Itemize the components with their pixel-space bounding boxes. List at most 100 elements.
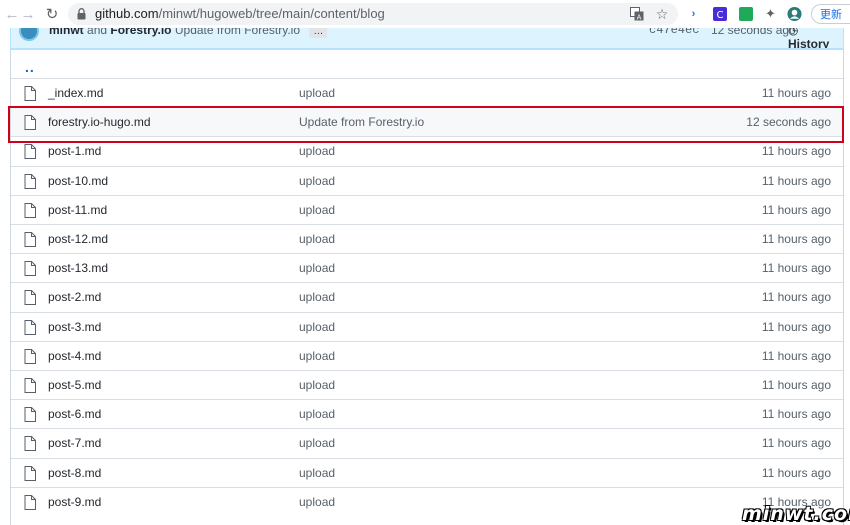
file-commit-age: 11 hours ago [761, 144, 831, 159]
file-commit-message-link[interactable]: upload [299, 290, 335, 304]
file-row[interactable]: post-10.md upload 11 hours ago [11, 165, 843, 195]
file-icon [24, 407, 36, 423]
file-commit-age: 11 hours ago [761, 202, 831, 217]
file-name-link[interactable]: post-8.md [48, 466, 101, 480]
file-commit-message-link[interactable]: upload [299, 466, 335, 480]
file-commit-message-link[interactable]: upload [299, 407, 335, 421]
file-name-link[interactable]: post-5.md [48, 378, 101, 392]
file-commit-age: 11 hours ago [761, 261, 831, 276]
file-icon [24, 436, 36, 452]
file-name-link[interactable]: post-9.md [48, 495, 101, 509]
history-clock-icon: ◷ [788, 28, 799, 37]
file-icon [24, 232, 36, 247]
green-extension-icon[interactable] [738, 6, 753, 21]
file-row[interactable]: post-2.md upload 11 hours ago [11, 282, 843, 311]
c-extension-icon[interactable]: C [712, 6, 727, 21]
browser-toolbar: ← → ↻ github.com/minwt/hugoweb/tree/main… [0, 0, 850, 28]
file-row[interactable]: post-9.md upload 11 hours ago [11, 486, 843, 516]
file-icon [24, 202, 36, 218]
history-link[interactable]: ◷ History [788, 28, 843, 48]
file-commit-age: 11 hours ago [761, 407, 831, 422]
bookmark-star-icon[interactable]: ☆ [654, 6, 670, 22]
file-row[interactable]: post-5.md upload 11 hours ago [11, 370, 843, 399]
file-name-link[interactable]: post-3.md [48, 320, 101, 334]
commit-author[interactable]: minwt [49, 28, 84, 37]
file-row[interactable]: forestry.io-hugo.md Update from Forestry… [11, 107, 843, 137]
commit-sha[interactable]: c47e4ec [649, 28, 699, 37]
file-icon [24, 319, 36, 335]
file-row[interactable]: post-1.md upload 11 hours ago [11, 136, 843, 165]
file-name-link[interactable]: post-7.md [48, 436, 101, 450]
file-commit-message-link[interactable]: upload [299, 320, 335, 334]
file-row[interactable]: post-11.md upload 11 hours ago [11, 194, 843, 224]
file-name-link[interactable]: post-6.md [48, 407, 101, 421]
file-commit-age: 11 hours ago [761, 232, 831, 246]
terminal-extension-icon[interactable]: › [686, 6, 701, 21]
file-name-link[interactable]: post-2.md [48, 290, 101, 304]
file-icon [24, 86, 36, 101]
file-commit-age: 11 hours ago [761, 319, 831, 334]
file-commit-age: 12 seconds ago [746, 115, 831, 130]
file-row[interactable]: post-7.md upload 11 hours ago [11, 428, 843, 457]
file-icon [24, 348, 36, 364]
file-name-link[interactable]: forestry.io-hugo.md [48, 115, 151, 129]
file-commit-message-link[interactable]: Update from Forestry.io [299, 115, 424, 129]
lock-icon [77, 8, 86, 20]
file-commit-message-link[interactable]: upload [299, 174, 335, 188]
file-name-link[interactable]: post-1.md [48, 144, 101, 158]
extensions-puzzle-icon[interactable]: ✦ [763, 6, 778, 21]
file-icon [24, 115, 36, 131]
file-name-link[interactable]: post-13.md [48, 261, 108, 275]
commit-summary: minwt and Forestry.io Update from Forest… [49, 28, 328, 38]
file-list: .. _index.md upload 11 hours ago forestr… [10, 49, 844, 525]
file-commit-message-link[interactable]: upload [299, 349, 335, 363]
watermark-logo: minwt.com [742, 503, 850, 525]
file-commit-message-link[interactable]: upload [299, 261, 335, 275]
reload-icon[interactable]: ↻ [42, 4, 62, 24]
url-host: github.com [95, 6, 159, 21]
commit-expand-button[interactable]: … [309, 28, 328, 38]
file-name-link[interactable]: post-4.md [48, 349, 101, 363]
profile-avatar-icon[interactable] [787, 6, 802, 21]
file-name-link[interactable]: post-12.md [48, 232, 108, 246]
update-button[interactable]: 更新 [811, 4, 850, 24]
url-path: /minwt/hugoweb/tree/main/content/blog [158, 6, 385, 21]
file-commit-message-link[interactable]: upload [299, 495, 335, 509]
file-name-link[interactable]: _index.md [48, 86, 103, 100]
file-icon [24, 144, 36, 160]
forward-arrow-icon[interactable]: → [18, 4, 38, 24]
file-icon [24, 261, 36, 277]
file-icon [24, 494, 36, 510]
file-commit-age: 11 hours ago [761, 436, 831, 451]
commit-message[interactable]: Update from Forestry.io [175, 28, 300, 37]
commit-coauthor[interactable]: Forestry.io [110, 28, 171, 37]
file-commit-message-link[interactable]: upload [299, 436, 335, 450]
file-commit-message-link[interactable]: upload [299, 378, 335, 392]
file-commit-age: 11 hours ago [761, 290, 831, 305]
file-name-link[interactable]: post-10.md [48, 174, 108, 188]
file-row[interactable]: post-13.md upload 11 hours ago [11, 253, 843, 282]
file-commit-message-link[interactable]: upload [299, 232, 335, 246]
address-bar[interactable]: github.com/minwt/hugoweb/tree/main/conte… [68, 3, 678, 25]
file-row[interactable]: post-8.md upload 11 hours ago [11, 457, 843, 487]
file-row[interactable]: post-4.md upload 11 hours ago [11, 340, 843, 370]
parent-directory-row[interactable]: .. [11, 49, 843, 78]
file-commit-message-link[interactable]: upload [299, 86, 335, 100]
file-commit-age: 11 hours ago [761, 86, 831, 100]
commit-conjunction: and [87, 28, 108, 37]
url-text: github.com/minwt/hugoweb/tree/main/conte… [95, 6, 385, 21]
latest-commit-bar: minwt and Forestry.io Update from Forest… [10, 28, 844, 49]
file-commit-message-link[interactable]: upload [299, 144, 335, 158]
file-row[interactable]: _index.md upload 11 hours ago [11, 78, 843, 107]
file-row[interactable]: post-6.md upload 11 hours ago [11, 399, 843, 428]
file-row[interactable]: post-3.md upload 11 hours ago [11, 311, 843, 341]
parent-directory-link[interactable]: .. [25, 59, 35, 75]
file-commit-message-link[interactable]: upload [299, 203, 335, 217]
file-commit-age: 11 hours ago [761, 348, 831, 363]
file-name-link[interactable]: post-11.md [48, 203, 107, 217]
file-icon [24, 465, 36, 481]
file-icon [24, 290, 36, 306]
translate-icon[interactable]: A [629, 6, 645, 22]
author-avatar[interactable] [19, 28, 39, 41]
file-row[interactable]: post-12.md upload 11 hours ago [11, 224, 843, 253]
